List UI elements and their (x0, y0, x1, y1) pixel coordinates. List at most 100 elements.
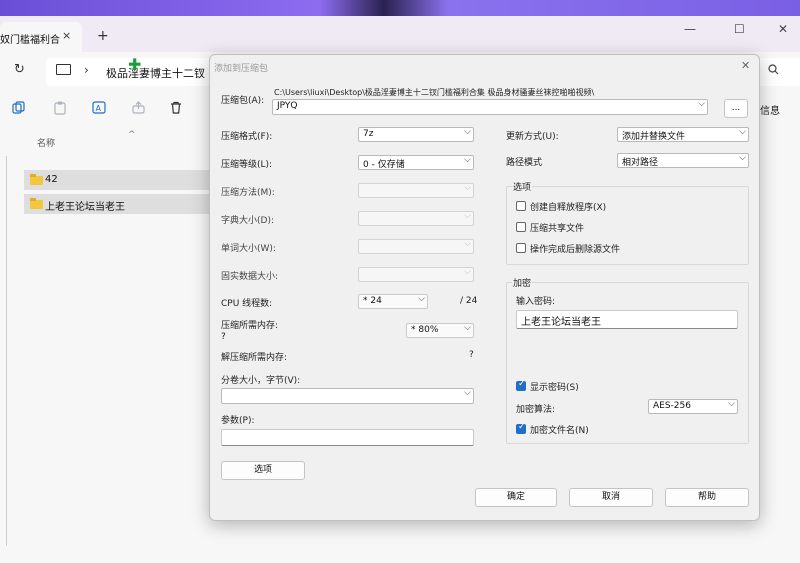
archive-label: 压缩包(A): (221, 96, 265, 106)
delete-after-checkbox[interactable] (516, 243, 526, 253)
memory-usage-select[interactable]: * 80% ⌵ (406, 323, 474, 338)
cpu-threads-select[interactable]: * 24 ⌵ (358, 294, 428, 309)
delete-icon[interactable] (170, 101, 182, 118)
tab-close-icon[interactable]: × (62, 29, 71, 42)
chevron-down-icon: ⌵ (698, 99, 705, 109)
shared-files-checkbox-label[interactable]: 压缩共享文件 (530, 221, 584, 234)
chevron-down-icon: ⌵ (464, 388, 471, 398)
options-group-title: 选项 (512, 180, 533, 193)
method-select[interactable]: ⌵ (358, 183, 474, 198)
encryption-method-select[interactable]: AES-256 ⌵ (648, 399, 738, 414)
encryption-method-value: AES-256 (653, 401, 691, 411)
computer-icon (56, 64, 71, 75)
sort-arrow-icon: ^ (128, 130, 136, 140)
word-size-select[interactable]: ⌵ (358, 239, 474, 254)
path-mode-value: 相对路径 (622, 158, 659, 168)
show-password-checkbox[interactable] (516, 379, 526, 391)
path-mode-label: 路径模式 (506, 158, 543, 168)
update-mode-value: 添加并替换文件 (622, 132, 686, 142)
level-label: 压缩等级(L): (221, 160, 273, 170)
rename-icon[interactable]: A (92, 101, 106, 118)
solid-size-select[interactable]: ⌵ (358, 267, 474, 282)
word-size-label: 单词大小(W): (221, 244, 276, 254)
ok-button[interactable]: 确定 (475, 488, 557, 507)
share-icon[interactable] (132, 101, 145, 118)
copy-icon[interactable] (12, 101, 25, 118)
volume-size-combo[interactable]: ⌵ (221, 388, 474, 404)
password-label: 输入密码: (516, 297, 556, 307)
parameters-input[interactable] (221, 429, 474, 446)
memory-decompress-label: 解压缩所需内存: (221, 353, 288, 363)
level-value: 0 - 仅存储 (363, 160, 405, 170)
sfx-checkbox-label[interactable]: 创建自释放程序(X) (530, 200, 606, 213)
encryption-method-label: 加密算法: (516, 405, 556, 415)
shared-files-checkbox[interactable] (516, 222, 526, 232)
archive-name-value: JPYQ (277, 101, 298, 111)
dict-size-label: 字典大小(D): (221, 216, 274, 226)
chevron-down-icon: ⌵ (464, 211, 471, 221)
list-item[interactable]: 上老王论坛当老王 (24, 194, 210, 214)
path-mode-select[interactable]: 相对路径 ⌵ (617, 153, 749, 168)
svg-text:A: A (96, 104, 102, 113)
update-mode-select[interactable]: 添加并替换文件 ⌵ (617, 127, 749, 142)
list-item[interactable]: 42 (24, 170, 210, 190)
cursor-icon: ✚ (128, 55, 142, 74)
options-button[interactable]: 选项 (221, 461, 305, 480)
chevron-down-icon: ⌵ (464, 155, 471, 165)
cpu-threads-value: * 24 (363, 296, 382, 306)
update-mode-label: 更新方式(U): (506, 132, 559, 142)
paste-icon[interactable] (54, 101, 66, 119)
breadcrumb-folder[interactable]: 极品淫妻博主十二钗 (106, 65, 205, 81)
chevron-down-icon: ⌵ (739, 153, 746, 163)
search-icon (768, 64, 779, 78)
password-value: 上老王论坛当老王 (521, 317, 601, 328)
memory-compress-label: 压缩所需内存: (221, 321, 279, 331)
parameters-label: 参数(P): (221, 416, 255, 426)
format-select[interactable]: 7z ⌵ (358, 127, 474, 142)
solid-size-label: 固实数据大小: (221, 272, 279, 282)
browse-button[interactable]: ... (724, 99, 748, 118)
chevron-down-icon: ⌵ (464, 323, 471, 333)
minimize-icon[interactable]: — (684, 22, 696, 36)
level-select[interactable]: 0 - 仅存储 ⌵ (358, 155, 474, 170)
dialog-close-icon[interactable]: ✕ (741, 59, 750, 72)
encryption-group-title: 加密 (512, 276, 533, 289)
add-to-archive-dialog: 添加到压缩包 ✕ 压缩包(A): C:\Users\liuxi\Desktop\… (209, 54, 760, 521)
refresh-icon[interactable]: ↻ (14, 62, 25, 77)
tab-current-folder[interactable]: 奴门槛福利合 × (0, 22, 82, 52)
chevron-down-icon: ⌵ (464, 267, 471, 277)
encrypt-filenames-label[interactable]: 加密文件名(N) (530, 423, 589, 436)
chevron-down-icon: ⌵ (464, 239, 471, 249)
column-header-name[interactable]: 名称 (37, 136, 55, 149)
sfx-checkbox[interactable] (516, 201, 526, 211)
chevron-right-icon: › (84, 63, 89, 77)
archive-path-text: C:\Users\liuxi\Desktop\极品淫妻博主十二钗门槛福利合集 极… (274, 88, 595, 97)
folder-icon (30, 198, 43, 209)
archive-name-combo[interactable]: JPYQ ⌵ (272, 99, 708, 115)
nav-pane-divider (6, 156, 7, 546)
show-password-label[interactable]: 显示密码(S) (530, 380, 579, 393)
tab-title: 奴门槛福利合 (0, 35, 60, 46)
volume-size-label: 分卷大小，字节(V): (221, 376, 301, 386)
cpu-threads-label: CPU 线程数: (221, 299, 273, 309)
password-input[interactable]: 上老王论坛当老王 (516, 310, 738, 329)
delete-after-checkbox-label[interactable]: 操作完成后删除源文件 (530, 242, 620, 255)
help-button[interactable]: 帮助 (665, 488, 749, 507)
chevron-down-icon: ⌵ (464, 183, 471, 193)
memory-decompress-value: ? (469, 350, 474, 360)
dict-size-select[interactable]: ⌵ (358, 211, 474, 226)
close-window-icon[interactable]: ✕ (778, 22, 788, 36)
tab-bar: 奴门槛福利合 × + — ☐ ✕ (0, 16, 800, 52)
maximize-icon[interactable]: ☐ (734, 22, 745, 36)
memory-compress-unknown: ? (221, 332, 226, 342)
chevron-down-icon: ⌵ (739, 127, 746, 137)
details-pane-button[interactable]: 信息 (760, 102, 780, 117)
cancel-button[interactable]: 取消 (569, 488, 653, 507)
search-box[interactable] (760, 58, 800, 86)
memory-usage-value: * 80% (411, 325, 439, 335)
format-label: 压缩格式(F): (221, 132, 273, 142)
encrypt-filenames-checkbox[interactable] (516, 422, 526, 434)
method-label: 压缩方法(M): (221, 188, 275, 198)
folder-icon (30, 174, 43, 185)
new-tab-icon[interactable]: + (97, 28, 109, 44)
